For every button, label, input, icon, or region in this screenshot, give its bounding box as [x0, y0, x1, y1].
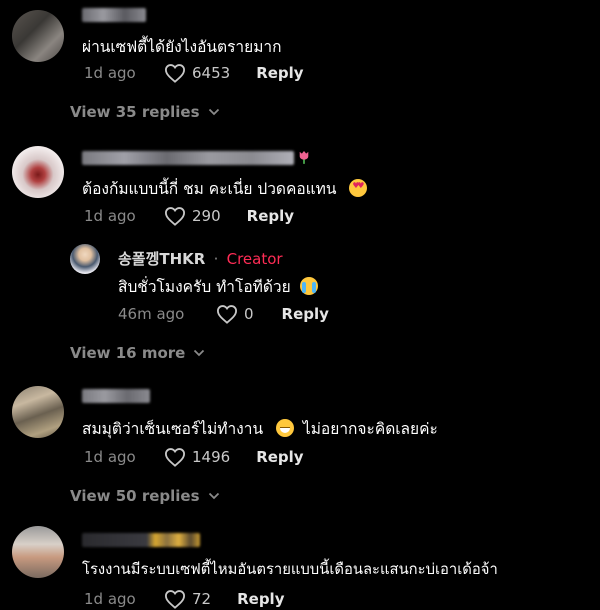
heart-icon: [164, 448, 186, 467]
grinning-face-with-sweat-icon: [275, 419, 294, 437]
comment-text-tail: ไม่อยากจะคิดเลยค่ะ: [302, 420, 438, 438]
avatar[interactable]: [12, 146, 64, 198]
comment-text: ต้องก้มแบบนี้กี่ ชม คะเนี่ย ปวดคอแทน: [82, 176, 368, 201]
comment-time: 1d ago: [84, 64, 136, 82]
username-blurred[interactable]: [82, 533, 200, 547]
heart-icon: [164, 590, 186, 609]
comment-text: สมมุติว่าเซ็นเซอร์ไม่ทำงาน ไม่อยากจะคิดเ…: [82, 416, 438, 441]
comment-time: 1d ago: [84, 207, 136, 225]
separator-dot: ·: [213, 250, 219, 268]
chevron-down-icon: [194, 349, 205, 357]
tulip-icon: [299, 151, 309, 164]
comment-time: 1d ago: [84, 448, 136, 466]
like-count: 1496: [192, 448, 231, 466]
chevron-down-icon: [208, 108, 219, 116]
reply-text: สิบชั่วโมงครับ ทำโอทีด้วย: [118, 274, 318, 299]
username-blurred[interactable]: [82, 151, 294, 165]
comment-meta: 1d ago 72 Reply: [84, 589, 284, 609]
loudly-crying-face-icon: [299, 277, 318, 295]
reply-button[interactable]: Reply: [282, 305, 329, 323]
username-blurred[interactable]: [82, 389, 150, 403]
comment-time: 1d ago: [84, 590, 136, 608]
creator-avatar[interactable]: [70, 244, 100, 274]
comment-meta: 1d ago 290 Reply: [84, 206, 294, 226]
reply-button[interactable]: Reply: [256, 448, 303, 466]
like-count: 6453: [192, 64, 231, 82]
like-count: 72: [192, 590, 212, 608]
heart-icon: [164, 64, 186, 83]
creator-badge: Creator: [226, 250, 283, 268]
avatar[interactable]: [12, 10, 64, 62]
like-count: 290: [192, 207, 221, 225]
reply-button[interactable]: Reply: [237, 590, 284, 608]
avatar[interactable]: [12, 386, 64, 438]
comment-meta: 1d ago 1496 Reply: [84, 447, 304, 467]
view-replies-button[interactable]: View 50 replies: [70, 487, 220, 505]
like-count: 0: [244, 305, 254, 323]
reply-text-body: สิบชั่วโมงครับ ทำโอทีด้วย: [118, 278, 291, 296]
like-button[interactable]: 290: [164, 206, 221, 226]
like-button[interactable]: 1496: [164, 447, 230, 467]
comment-text: โรงงานมีระบบเซฟตี้ไหมอันตรายแบบนี้เดือนล…: [82, 561, 498, 578]
like-button[interactable]: 72: [164, 589, 211, 609]
heart-icon: [216, 305, 238, 324]
chevron-down-icon: [208, 492, 219, 500]
avatar[interactable]: [12, 526, 64, 578]
reply-button[interactable]: Reply: [247, 207, 294, 225]
reply-username[interactable]: 송폴껭THKR: [118, 250, 205, 268]
view-replies-label: View 35 replies: [70, 103, 200, 121]
comment-text-body: สมมุติว่าเซ็นเซอร์ไม่ทำงาน: [82, 420, 264, 438]
view-replies-button[interactable]: View 35 replies: [70, 103, 220, 121]
like-button[interactable]: 0: [216, 304, 254, 324]
view-replies-label: View 50 replies: [70, 487, 200, 505]
smiling-face-with-hearts-icon: [349, 179, 368, 197]
username-blurred[interactable]: [82, 8, 146, 22]
heart-icon: [164, 207, 186, 226]
comment-text-body: ต้องก้มแบบนี้กี่ ชม คะเนี่ย ปวดคอแทน: [82, 180, 337, 198]
comment-text: ผ่านเซฟตี้ได้ยังไงอันตรายมาก: [82, 38, 282, 56]
like-button[interactable]: 6453: [164, 63, 230, 83]
view-replies-button[interactable]: View 16 more: [70, 344, 205, 362]
reply-username-line: 송폴껭THKR · Creator: [118, 248, 283, 269]
reply-time: 46m ago: [118, 305, 185, 323]
view-replies-label: View 16 more: [70, 344, 186, 362]
comment-meta: 1d ago 6453 Reply: [84, 63, 304, 83]
reply-button[interactable]: Reply: [256, 64, 303, 82]
reply-meta: 46m ago 0 Reply: [118, 304, 329, 324]
